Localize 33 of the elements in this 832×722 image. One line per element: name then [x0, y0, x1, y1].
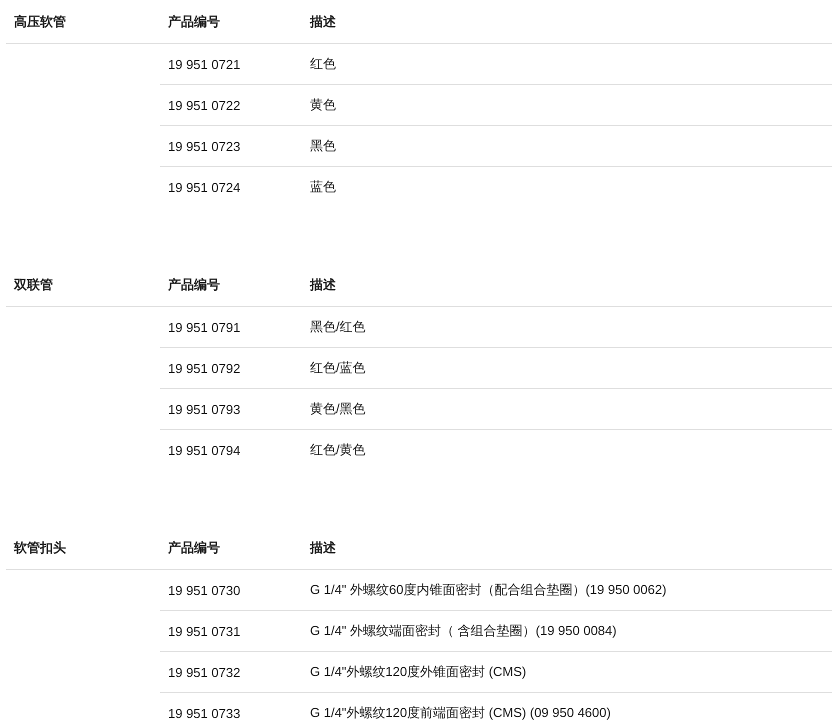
section-title: 软管扣头: [12, 538, 67, 556]
table-cell-text: 19 951 0730: [167, 582, 242, 598]
table-cell-text: 19 951 0732: [167, 664, 242, 680]
table-cell-text: 黄色: [310, 96, 337, 114]
table-cell-text: 19 951 0793: [167, 402, 242, 416]
table-cell-text: 19 951 0731: [167, 624, 242, 638]
table-cell-text: 19 951 0723: [167, 138, 242, 154]
section-title: 双联管: [12, 276, 54, 294]
table-cell-text: 红色/蓝色: [310, 359, 367, 377]
column-header: 描述: [310, 276, 336, 294]
table-cell-text: 19 951 0724: [167, 180, 242, 194]
column-header: 产品编号: [167, 12, 221, 30]
column-header: 产品编号: [167, 538, 221, 556]
section-title: 高压软管: [13, 12, 67, 30]
table-cell-text: 黑色/红色: [310, 318, 367, 336]
table-cell-text: 19 951 0733: [167, 706, 242, 720]
table-cell-text: 19 951 0794: [167, 442, 242, 458]
table-cell-text: 红色: [310, 55, 337, 73]
table-cell-text: 黑色: [310, 137, 337, 155]
table-cell-text: G 1/4"外螺纹120度外锥面密封 (CMS): [310, 663, 528, 681]
table-cell-text: 19 951 0791: [167, 320, 242, 334]
table-cell-text: 19 951 0722: [167, 98, 242, 112]
table-cell-text: 黄色/黑色: [310, 400, 367, 418]
table-cell-text: G 1/4" 外螺纹端面密封（ 含组合垫圈）(19 950 0084): [310, 622, 618, 640]
table-cell-text: 红色/黄色: [310, 441, 367, 459]
table-cell-text: G 1/4"外螺纹120度前端面密封 (CMS) (09 950 4600): [310, 704, 612, 722]
column-header: 描述: [310, 538, 336, 556]
column-header: 描述: [310, 12, 336, 30]
table-cell-text: 19 951 0792: [167, 360, 242, 376]
table-cell-text: G 1/4" 外螺纹60度内锥面密封（配合组合垫圈）(19 950 0062): [310, 581, 668, 599]
table-cell-text: 19 951 0721: [167, 56, 242, 72]
column-header: 产品编号: [167, 276, 221, 294]
table-cell-text: 蓝色: [310, 178, 337, 196]
